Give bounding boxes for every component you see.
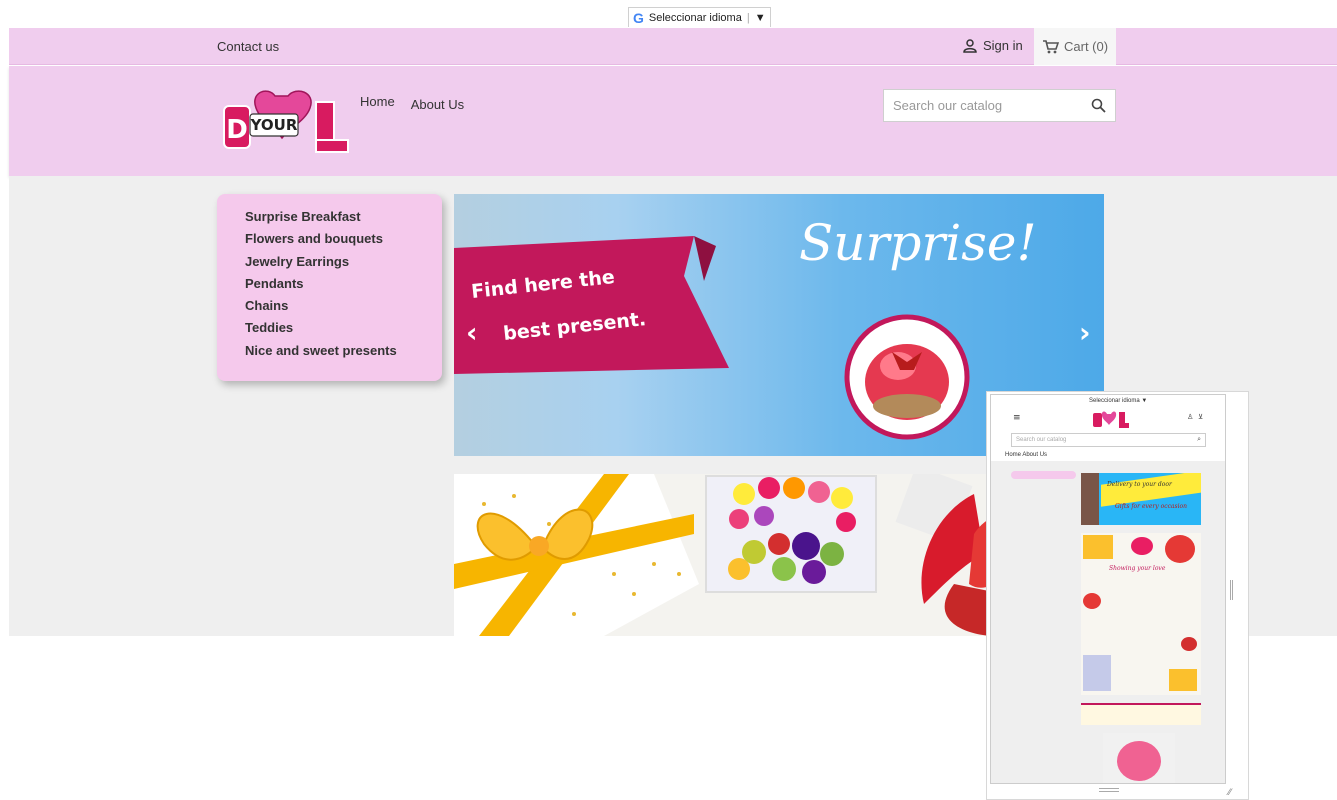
resize-handle-icon[interactable]: ⁄⁄	[1228, 788, 1231, 798]
preview-slider[interactable]: Delivery to your door Gifts for every oc…	[1081, 473, 1201, 525]
preview-frame: Seleccionar idioma ▼ ≡ ♙ ⊻ Search our ca…	[990, 394, 1226, 784]
search-icon[interactable]	[1091, 98, 1106, 113]
category-chains[interactable]: Chains	[245, 295, 442, 317]
category-pendants[interactable]: Pendants	[245, 273, 442, 295]
search-box[interactable]: Search our catalog	[883, 89, 1116, 122]
responsive-preview[interactable]: Seleccionar idioma ▼ ≡ ♙ ⊻ Search our ca…	[986, 391, 1249, 800]
preview-logo	[1093, 411, 1129, 428]
category-flowers-bouquets[interactable]: Flowers and bouquets	[245, 228, 442, 250]
cart-button[interactable]: Cart (0)	[1034, 28, 1116, 65]
svg-text:D: D	[226, 115, 248, 145]
ribbon-banner: Find here the best present.	[454, 236, 729, 374]
preview-search-icon[interactable]: ⌕	[1197, 436, 1201, 444]
site-header: YOUR D Home About Us Search our catalog	[9, 66, 1337, 176]
preview-translate-label: Seleccionar idioma ▼	[1089, 398, 1148, 404]
page: G Seleccionar idioma | ▼ Contact us Sign…	[0, 0, 1337, 800]
category-jewelry-earrings[interactable]: Jewelry Earrings	[245, 251, 442, 273]
cart-label: Cart (0)	[1064, 39, 1109, 54]
preview-user-icon[interactable]: ♙	[1187, 413, 1193, 421]
shopping-cart-icon	[1043, 39, 1059, 53]
preview-category-menu[interactable]	[1011, 471, 1076, 479]
category-surprise-breakfast[interactable]: Surprise Breakfast	[245, 206, 442, 228]
slider-next-arrow[interactable]: ›	[1079, 316, 1091, 349]
translate-widget[interactable]: G Seleccionar idioma | ▼	[628, 7, 771, 27]
hamburger-menu-icon[interactable]: ≡	[1013, 413, 1021, 423]
preview-body: Delivery to your door Gifts for every oc…	[991, 461, 1225, 783]
translate-dropdown-arrow: ▼	[754, 11, 766, 24]
nav-home[interactable]: Home	[360, 94, 395, 109]
slider-headline: Surprise!	[799, 214, 1037, 272]
preview-drag-handle[interactable]	[1099, 788, 1119, 792]
preview-nav[interactable]: Home About Us	[1005, 452, 1047, 458]
user-icon	[963, 38, 977, 53]
sign-in-label: Sign in	[983, 38, 1023, 53]
contact-link[interactable]: Contact us	[217, 39, 279, 54]
sign-in-link[interactable]: Sign in	[963, 38, 1023, 53]
gift-basket-image	[844, 314, 970, 440]
nav-about-us[interactable]: About Us	[411, 97, 464, 112]
preview-slider-line-2: Gifts for every occasion	[1115, 503, 1187, 510]
svg-text:YOUR: YOUR	[250, 116, 298, 134]
preview-promo-strip[interactable]	[1081, 703, 1201, 725]
search-input[interactable]: Search our catalog	[893, 98, 1091, 113]
category-teddies[interactable]: Teddies	[245, 317, 442, 339]
preview-showcase[interactable]: Showing your love	[1081, 533, 1201, 695]
preview-product-image[interactable]	[1103, 733, 1175, 783]
main-nav: Home About Us	[360, 94, 464, 112]
preview-showcase-title: Showing your love	[1109, 565, 1166, 572]
site-logo[interactable]: YOUR D	[220, 88, 350, 158]
preview-slider-line-1: Delivery to your door	[1107, 481, 1172, 488]
slider-prev-arrow[interactable]: ‹	[466, 316, 478, 349]
preview-scrollbar[interactable]	[1230, 580, 1233, 600]
category-nice-sweet-presents[interactable]: Nice and sweet presents	[245, 340, 442, 362]
category-menu: Surprise Breakfast Flowers and bouquets …	[217, 194, 442, 381]
preview-cart-icon[interactable]: ⊻	[1198, 413, 1203, 421]
translate-label: Seleccionar idioma	[648, 11, 742, 24]
google-g-icon: G	[633, 9, 644, 26]
preview-search-input[interactable]: Search our catalog ⌕	[1011, 433, 1206, 447]
top-nav: Contact us Sign in Cart (0)	[9, 28, 1337, 65]
